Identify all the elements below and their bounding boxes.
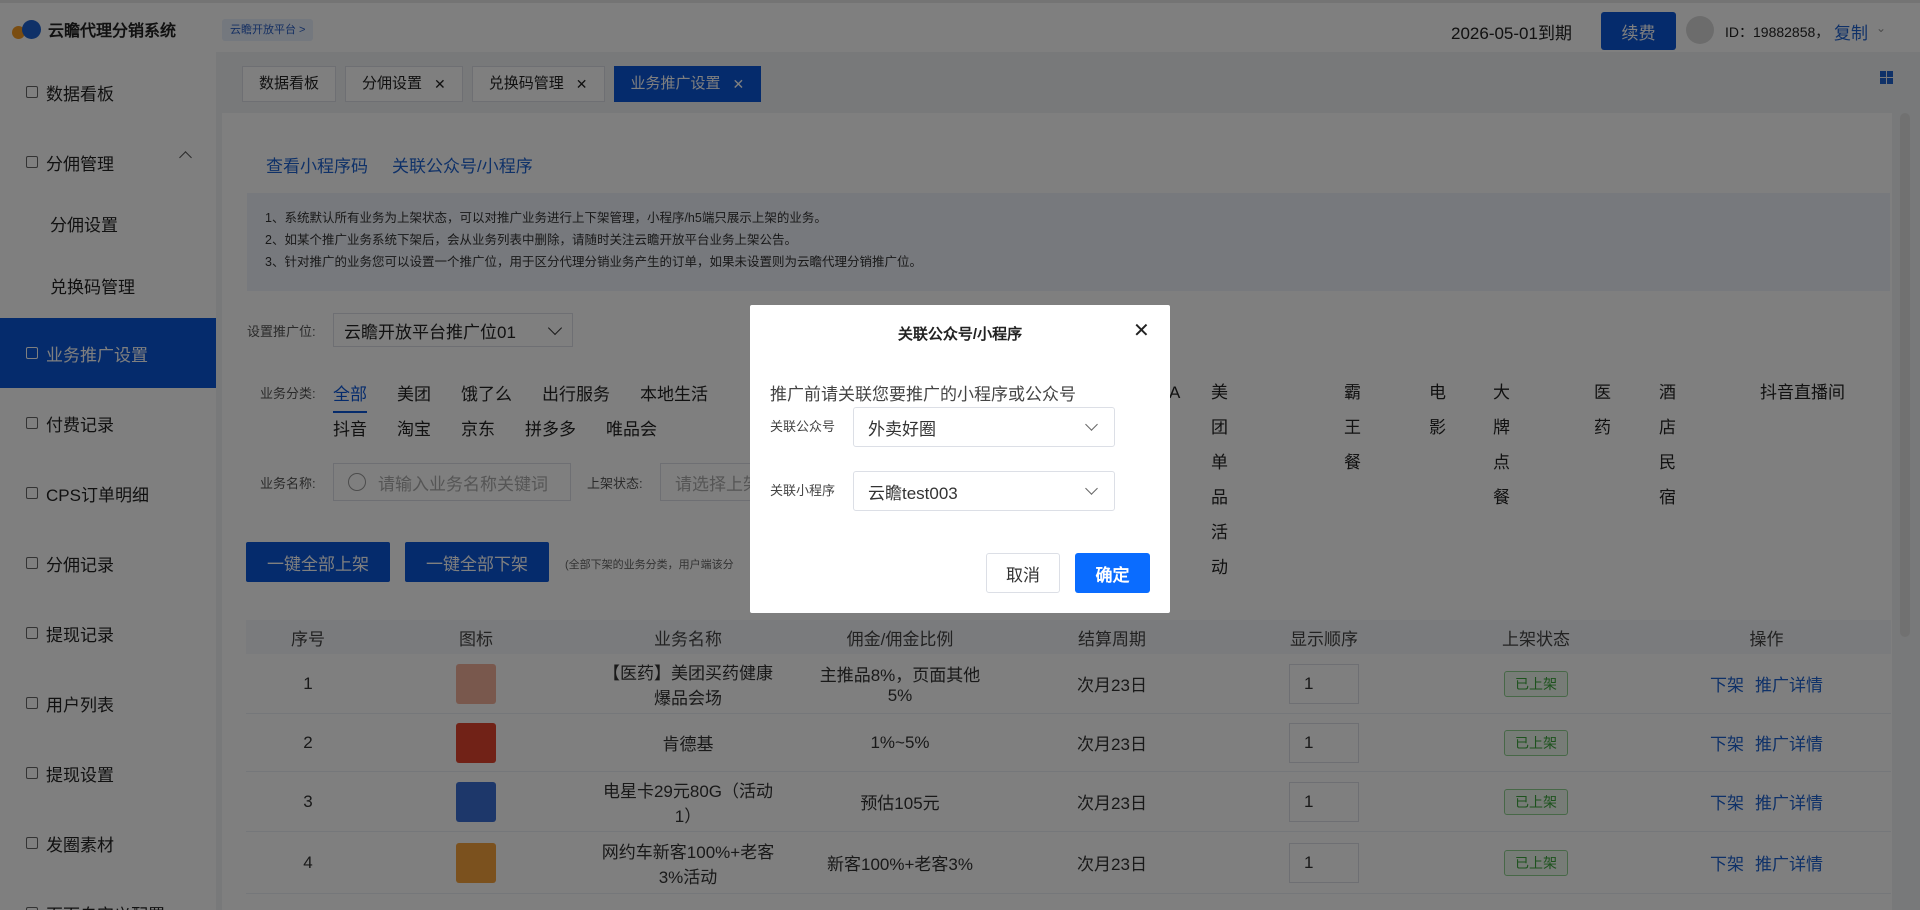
dialog-title: 关联公众号/小程序: [897, 326, 1023, 343]
official-account-label: 关联公众号: [770, 419, 836, 434]
official-account-select[interactable]: 外卖好圈: [853, 407, 1115, 447]
dialog-tip: 推广前请关联您要推广的小程序或公众号: [770, 385, 1076, 404]
mini-program-select[interactable]: 云瞻test003: [853, 471, 1115, 511]
chevron-down-icon: [1085, 482, 1098, 495]
cancel-button[interactable]: 取消: [986, 553, 1060, 593]
mini-program-value: 云瞻test003: [868, 483, 958, 503]
mini-program-label: 关联小程序: [770, 483, 836, 498]
official-account-value: 外卖好圈: [868, 419, 936, 439]
chevron-down-icon: [1085, 418, 1098, 431]
link-account-dialog: 关联公众号/小程序 ✕ 推广前请关联您要推广的小程序或公众号 关联公众号 外卖好…: [750, 305, 1170, 613]
close-icon[interactable]: ✕: [1133, 321, 1150, 341]
confirm-button[interactable]: 确定: [1075, 553, 1150, 593]
